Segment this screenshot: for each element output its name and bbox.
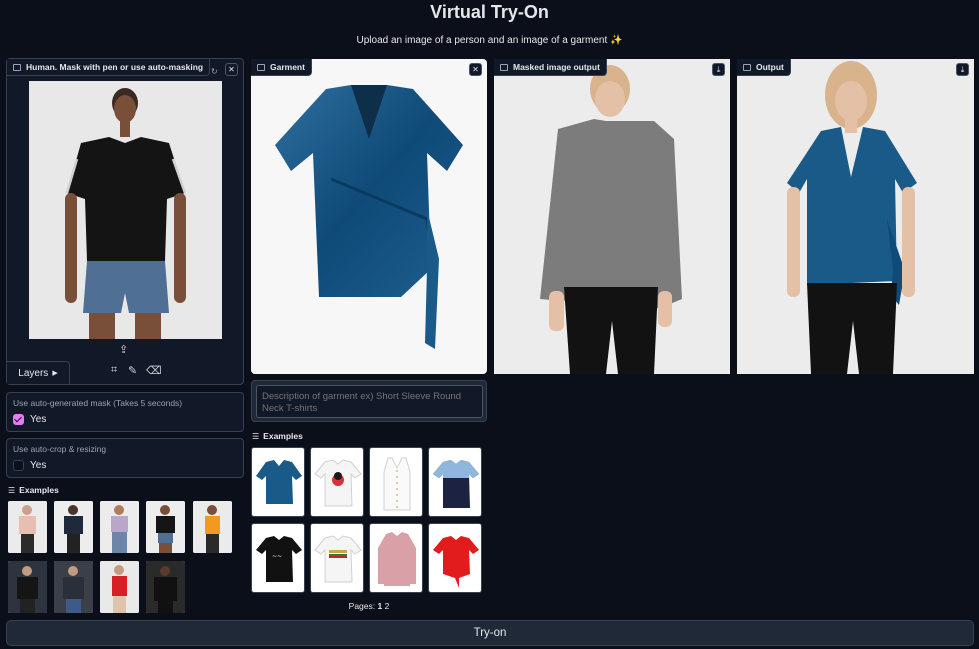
caret-right-icon: ▶ xyxy=(52,370,58,377)
human-example-4[interactable] xyxy=(146,501,185,553)
auto-crop-checkbox-row[interactable]: Yes xyxy=(13,460,46,471)
auto-mask-option: Use auto-generated mask (Takes 5 seconds… xyxy=(6,392,244,432)
garment-example-1[interactable] xyxy=(251,447,305,517)
garment-description-input[interactable] xyxy=(256,385,483,418)
auto-mask-value: Yes xyxy=(30,414,47,425)
auto-crop-value: Yes xyxy=(30,460,47,471)
image-icon xyxy=(13,63,21,71)
garment-example-5[interactable]: ~~ xyxy=(251,523,305,593)
masked-image xyxy=(494,59,730,374)
layers-button[interactable]: Layers ▶ xyxy=(7,361,70,384)
garment-example-8[interactable] xyxy=(428,523,482,593)
auto-mask-label: Use auto-generated mask (Takes 5 seconds… xyxy=(13,398,183,408)
human-example-8[interactable] xyxy=(100,561,139,613)
garment-example-7[interactable] xyxy=(369,523,423,593)
human-image-editor[interactable]: Human. Mask with pen or use auto-masking… xyxy=(6,58,244,385)
pagination: Pages: 1 2 xyxy=(251,601,487,611)
garment-panel-label: Garment xyxy=(251,59,312,76)
eraser-icon[interactable]: ⌫ xyxy=(146,364,162,377)
download-output-button[interactable]: ⤓ xyxy=(956,63,969,76)
page-title: Virtual Try-On xyxy=(430,2,549,22)
output-image-panel: Output ⤓ xyxy=(737,59,974,374)
brush-icon[interactable]: ✎ xyxy=(128,364,137,377)
output-image xyxy=(737,59,974,374)
auto-mask-checkbox[interactable] xyxy=(13,414,24,425)
crop-icon[interactable]: ⌗ xyxy=(111,364,117,377)
garment-examples-heading: ☰ Examples xyxy=(252,431,303,441)
auto-crop-checkbox[interactable] xyxy=(13,460,24,471)
auto-crop-label: Use auto-crop & resizing xyxy=(13,444,107,454)
garment-examples-heading-text: Examples xyxy=(263,431,303,441)
page-subtitle: Upload an image of a person and an image… xyxy=(356,35,623,46)
list-icon: ☰ xyxy=(252,431,260,441)
image-icon xyxy=(500,63,508,71)
human-example-9[interactable] xyxy=(146,561,185,613)
garment-image xyxy=(275,85,463,349)
garment-example-3[interactable] xyxy=(369,447,423,517)
output-panel-label: Output xyxy=(737,59,791,76)
list-icon: ☰ xyxy=(8,485,16,495)
garment-example-4[interactable] xyxy=(428,447,482,517)
layers-label: Layers xyxy=(18,367,49,379)
output-panel-label-text: Output xyxy=(756,62,784,72)
image-icon xyxy=(743,63,751,71)
clear-garment-button[interactable]: ✕ xyxy=(469,63,482,76)
auto-mask-checkbox-row[interactable]: Yes xyxy=(13,414,46,425)
human-example-5[interactable] xyxy=(193,501,232,553)
human-example-7[interactable] xyxy=(54,561,93,613)
human-example-1[interactable] xyxy=(8,501,47,553)
human-example-6[interactable] xyxy=(8,561,47,613)
svg-text:~~: ~~ xyxy=(272,553,282,560)
image-icon xyxy=(257,63,265,71)
human-panel-label-text: Human. Mask with pen or use auto-masking xyxy=(26,62,204,72)
masked-panel-label-text: Masked image output xyxy=(513,62,600,72)
garment-example-2[interactable] xyxy=(310,447,364,517)
masked-panel-label: Masked image output xyxy=(494,59,607,76)
garment-image-panel[interactable]: Garment ✕ xyxy=(251,59,487,374)
human-photo[interactable] xyxy=(29,81,222,339)
human-example-3[interactable] xyxy=(100,501,139,553)
garment-panel-label-text: Garment xyxy=(270,62,305,72)
download-masked-button[interactable]: ⤓ xyxy=(712,63,725,76)
human-panel-label: Human. Mask with pen or use auto-masking xyxy=(7,59,211,76)
clear-human-button[interactable]: ✕ xyxy=(225,63,238,76)
human-examples-heading-text: Examples xyxy=(19,485,59,495)
garment-example-6[interactable] xyxy=(310,523,364,593)
page-link-1[interactable]: 1 xyxy=(378,601,383,611)
upload-icon[interactable]: ⇪ xyxy=(119,343,128,356)
page-link-2[interactable]: 2 xyxy=(385,601,390,611)
human-example-2[interactable] xyxy=(54,501,93,553)
garment-description-box xyxy=(251,380,487,422)
auto-crop-option: Use auto-crop & resizing Yes xyxy=(6,438,244,478)
masked-image-panel: Masked image output ⤓ xyxy=(494,59,730,374)
human-examples-heading: ☰ Examples xyxy=(8,485,59,495)
redo-icon[interactable]: ↻ xyxy=(211,67,218,76)
human-figure-image xyxy=(29,81,222,339)
try-on-button[interactable]: Try-on xyxy=(6,620,974,646)
pagination-label: Pages: xyxy=(348,601,376,611)
